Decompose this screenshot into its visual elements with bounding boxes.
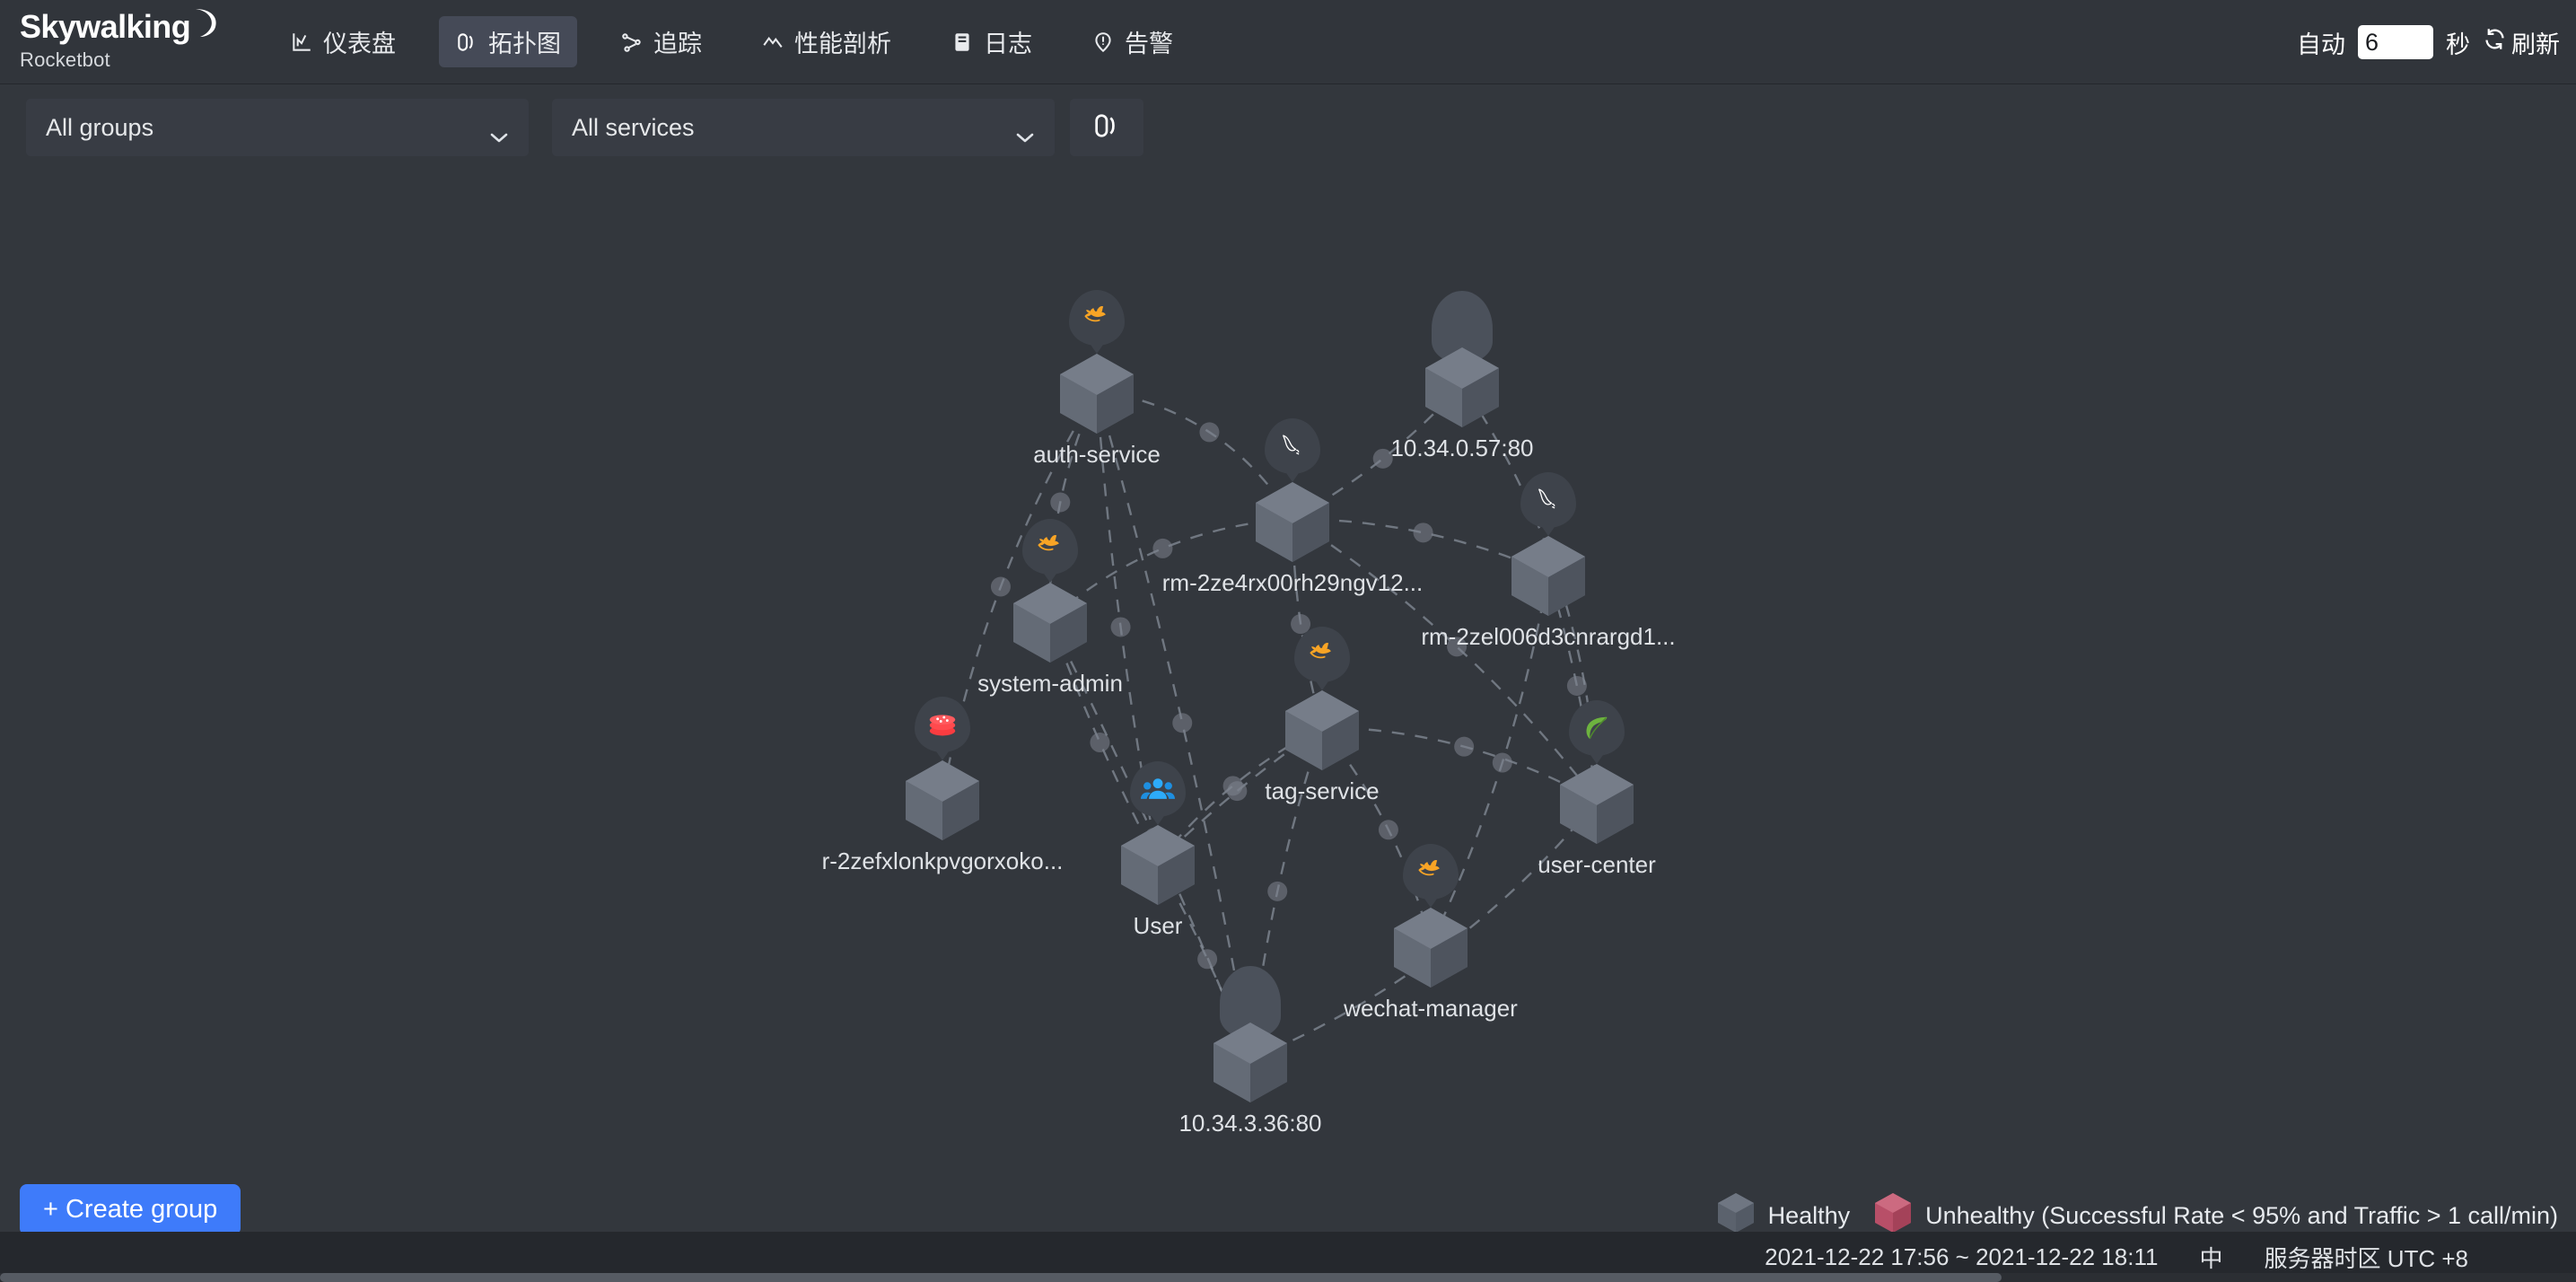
refresh-interval-input[interactable]	[2358, 25, 2433, 59]
seconds-label: 秒	[2446, 31, 2470, 58]
edge-traffic-dot	[1492, 752, 1512, 773]
alarm-icon	[1091, 31, 1115, 54]
topology-page: Skywalking Rocketbot 仪表盘 拓扑图 追踪 性能剖析 日志 …	[0, 0, 2576, 1282]
mysql-icon	[1520, 472, 1576, 528]
profile-icon	[761, 31, 784, 54]
nav-item-log[interactable]: 日志	[934, 16, 1048, 67]
nav-label-dashboard: 仪表盘	[323, 31, 396, 57]
chevron-down-icon	[489, 122, 509, 142]
edge-traffic-dot	[990, 576, 1011, 597]
topology-icon	[455, 31, 478, 54]
node-label: system-admin	[977, 670, 1123, 697]
tomcat-icon	[1069, 290, 1125, 346]
nav-label-log: 日志	[984, 31, 1032, 57]
node-cube-icon	[1010, 579, 1091, 665]
filter-bar: All groups All services	[0, 84, 2576, 156]
auto-refresh-controls: 自动 秒 刷新	[2297, 0, 2560, 84]
edge-traffic-dot	[1413, 522, 1433, 543]
nav-item-profile[interactable]: 性能剖析	[745, 16, 907, 67]
node-cube-icon	[1210, 1019, 1291, 1105]
chevron-down-icon	[1015, 122, 1035, 142]
tomcat-icon	[1294, 627, 1350, 682]
edge-traffic-dot	[1152, 538, 1173, 558]
edge-traffic-dot	[1050, 492, 1071, 513]
skywalking-swoosh-icon	[192, 7, 219, 42]
nav-label-alarm: 告警	[1125, 31, 1173, 57]
auto-label: 自动	[2297, 31, 2345, 58]
users-icon	[1130, 761, 1186, 817]
dashboard-icon	[290, 31, 313, 54]
refresh-button[interactable]: 刷新	[2483, 25, 2560, 60]
brand-name: Skywalking	[20, 8, 191, 45]
edge-traffic-dot	[1199, 422, 1220, 443]
node-label: rm-2zel006d3cnrargd1...	[1421, 623, 1676, 650]
node-cube-icon	[1252, 479, 1333, 565]
node-label: tag-service	[1265, 777, 1380, 804]
nav-item-topology[interactable]: 拓扑图	[439, 16, 577, 67]
node-cube-icon	[1117, 821, 1198, 908]
refresh-label: 刷新	[2511, 31, 2560, 58]
legend-healthy-label: Healthy	[1767, 1202, 1851, 1229]
redis-icon	[915, 697, 970, 752]
topology-canvas[interactable]: auth-service 10.34.0.57:80 rm-2ze4rx00rh…	[0, 153, 2576, 1282]
node-cube-icon	[1390, 904, 1471, 990]
edge-traffic-dot	[1372, 448, 1393, 469]
edge-traffic-dot	[1454, 736, 1475, 757]
timezone-label: 服务器时区 UTC +8	[2264, 1244, 2468, 1272]
node-label: rm-2ze4rx00rh29ngv12...	[1161, 569, 1424, 596]
brand-subtitle: Rocketbot	[20, 48, 110, 71]
node-label: User	[1133, 912, 1183, 939]
edge-traffic-dot	[1197, 949, 1218, 970]
tomcat-icon	[1022, 519, 1078, 575]
nav-label-trace: 追踪	[653, 31, 702, 57]
top-navigation-bar: Skywalking Rocketbot 仪表盘 拓扑图 追踪 性能剖析 日志 …	[0, 0, 2576, 84]
nav-label-topology: 拓扑图	[488, 31, 561, 57]
horizontal-scrollbar-track[interactable]	[0, 1273, 2576, 1282]
edge-traffic-dot	[1267, 881, 1288, 901]
edge-traffic-dot	[1172, 713, 1193, 733]
node-cube-icon	[1556, 760, 1637, 847]
create-group-button[interactable]: + Create group	[20, 1184, 241, 1235]
nav-label-profile: 性能剖析	[794, 31, 891, 57]
node-cube-icon	[1056, 350, 1137, 436]
nav-item-trace[interactable]: 追踪	[604, 16, 718, 67]
node-label: 10.34.0.57:80	[1390, 435, 1534, 461]
node-label: 10.34.3.36:80	[1178, 1110, 1322, 1137]
refresh-icon	[2483, 27, 2507, 57]
trace-icon	[620, 31, 644, 54]
nav-item-alarm[interactable]: 告警	[1075, 16, 1189, 67]
node-cube-icon	[1282, 687, 1362, 773]
node-label: wechat-manager	[1344, 995, 1518, 1022]
group-select[interactable]: All groups	[26, 99, 529, 156]
topology-toggle-icon	[1091, 110, 1122, 145]
mysql-icon	[1265, 418, 1320, 474]
legend-unhealthy-label: Unhealthy (Successful Rate < 95% and Tra…	[1925, 1202, 2558, 1229]
nav-item-dashboard[interactable]: 仪表盘	[274, 16, 412, 67]
service-select[interactable]: All services	[552, 99, 1055, 156]
edge-traffic-dot	[1378, 820, 1398, 840]
edge-traffic-dot	[1222, 776, 1243, 796]
node-label: user-center	[1538, 851, 1656, 878]
group-select-value: All groups	[46, 113, 154, 141]
log-icon	[951, 31, 974, 54]
tomcat-icon	[1403, 844, 1459, 900]
spring-icon	[1569, 700, 1625, 756]
node-cube-icon	[1508, 532, 1589, 619]
nav-items: 仪表盘 拓扑图 追踪 性能剖析 日志 告警	[274, 16, 1216, 67]
horizontal-scrollbar-thumb[interactable]	[0, 1273, 2002, 1282]
brand-logo[interactable]: Skywalking Rocketbot	[20, 8, 216, 73]
service-select-value: All services	[572, 113, 695, 141]
node-label: r-2zefxlonkpvgorxoko...	[821, 847, 1064, 874]
topology-toggle-button[interactable]	[1070, 99, 1143, 156]
node-cube-icon	[1422, 344, 1503, 430]
edge-traffic-dot	[1110, 617, 1131, 637]
node-label: auth-service	[1033, 441, 1161, 468]
time-range-label[interactable]: 2021-12-22 17:56 ~ 2021-12-22 18:11	[1765, 1243, 2158, 1271]
language-toggle[interactable]: 中	[2199, 1241, 2222, 1274]
node-cube-icon	[902, 757, 983, 843]
